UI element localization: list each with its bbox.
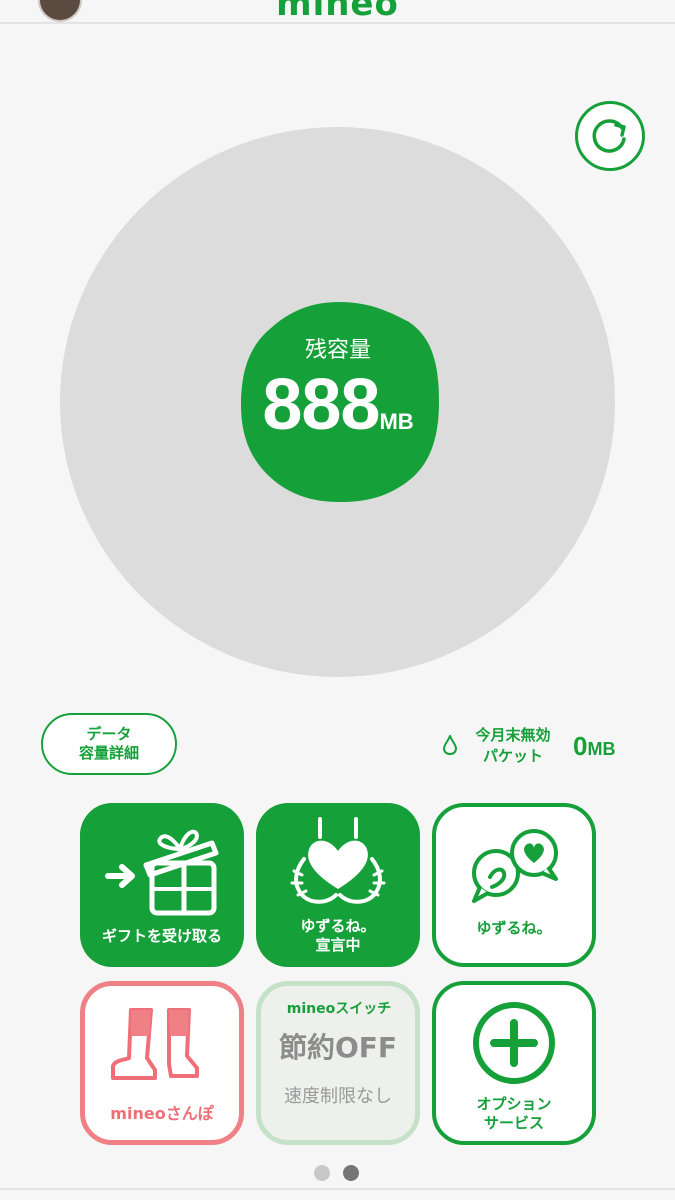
page-dot-2[interactable] <box>343 1165 359 1181</box>
option-service-button[interactable]: オプション サービス <box>432 981 596 1145</box>
invalid-line2: パケット <box>482 747 543 765</box>
remaining-unit: MB <box>379 409 414 434</box>
option-line2: サービス <box>483 1114 544 1132</box>
detail-line1: データ <box>86 725 132 743</box>
option-service-label: オプション サービス <box>436 1095 592 1133</box>
page-indicator <box>314 1165 359 1181</box>
receive-gift-button[interactable]: ギフトを受け取る <box>80 803 244 967</box>
yuzurune-declare-label: ゆずるね。 宣言中 <box>256 917 420 955</box>
invalid-line1: 今月末無効 <box>475 726 551 744</box>
drop-icon <box>443 735 457 755</box>
invalid-packet-label: 今月末無効 パケット <box>463 725 563 767</box>
invalid-packet-info: 今月末無効 パケット 0MB <box>443 725 643 771</box>
remaining-number: 888 <box>262 365 380 445</box>
detail-line2: 容量詳細 <box>78 744 139 762</box>
switch-status: 節約OFF <box>278 1031 398 1064</box>
mineo-sanpo-label: mineoさんぽ <box>110 1104 214 1123</box>
invalid-packet-value: 0MB <box>573 731 615 762</box>
app-header: mineo <box>0 0 675 24</box>
remaining-value: 888MB <box>238 364 438 446</box>
yuzurune-button[interactable]: ゆずるね。 <box>432 803 596 967</box>
invalid-number: 0 <box>573 731 588 761</box>
refresh-icon <box>592 119 626 153</box>
mineo-switch-button[interactable]: mineoスイッチ 節約OFF 速度制限なし <box>256 981 420 1145</box>
app-logo: mineo <box>276 0 399 24</box>
bottom-divider <box>0 1188 675 1190</box>
chat-bubbles-icon <box>472 829 558 903</box>
switch-brand: mineoスイッチ <box>286 1001 392 1017</box>
yuzurune-label: ゆずるね。 <box>476 919 552 937</box>
remaining-label: 残容量 <box>304 338 371 363</box>
mineo-sanpo-button[interactable]: mineoさんぽ <box>80 981 244 1145</box>
option-line1: オプション <box>476 1095 552 1113</box>
yuzurune-declare-button[interactable]: ゆずるね。 宣言中 <box>256 803 420 967</box>
page-dot-1[interactable] <box>314 1165 330 1181</box>
invalid-unit: MB <box>587 739 616 759</box>
data-detail-button[interactable]: データ 容量詳細 <box>41 713 177 775</box>
yuzurune-declare-line2: 宣言中 <box>315 936 361 954</box>
switch-speed-note: 速度制限なし <box>284 1086 392 1107</box>
receive-gift-label: ギフトを受け取る <box>101 927 222 945</box>
refresh-button[interactable] <box>575 101 645 171</box>
yuzurune-declare-line1: ゆずるね。 <box>300 917 376 935</box>
